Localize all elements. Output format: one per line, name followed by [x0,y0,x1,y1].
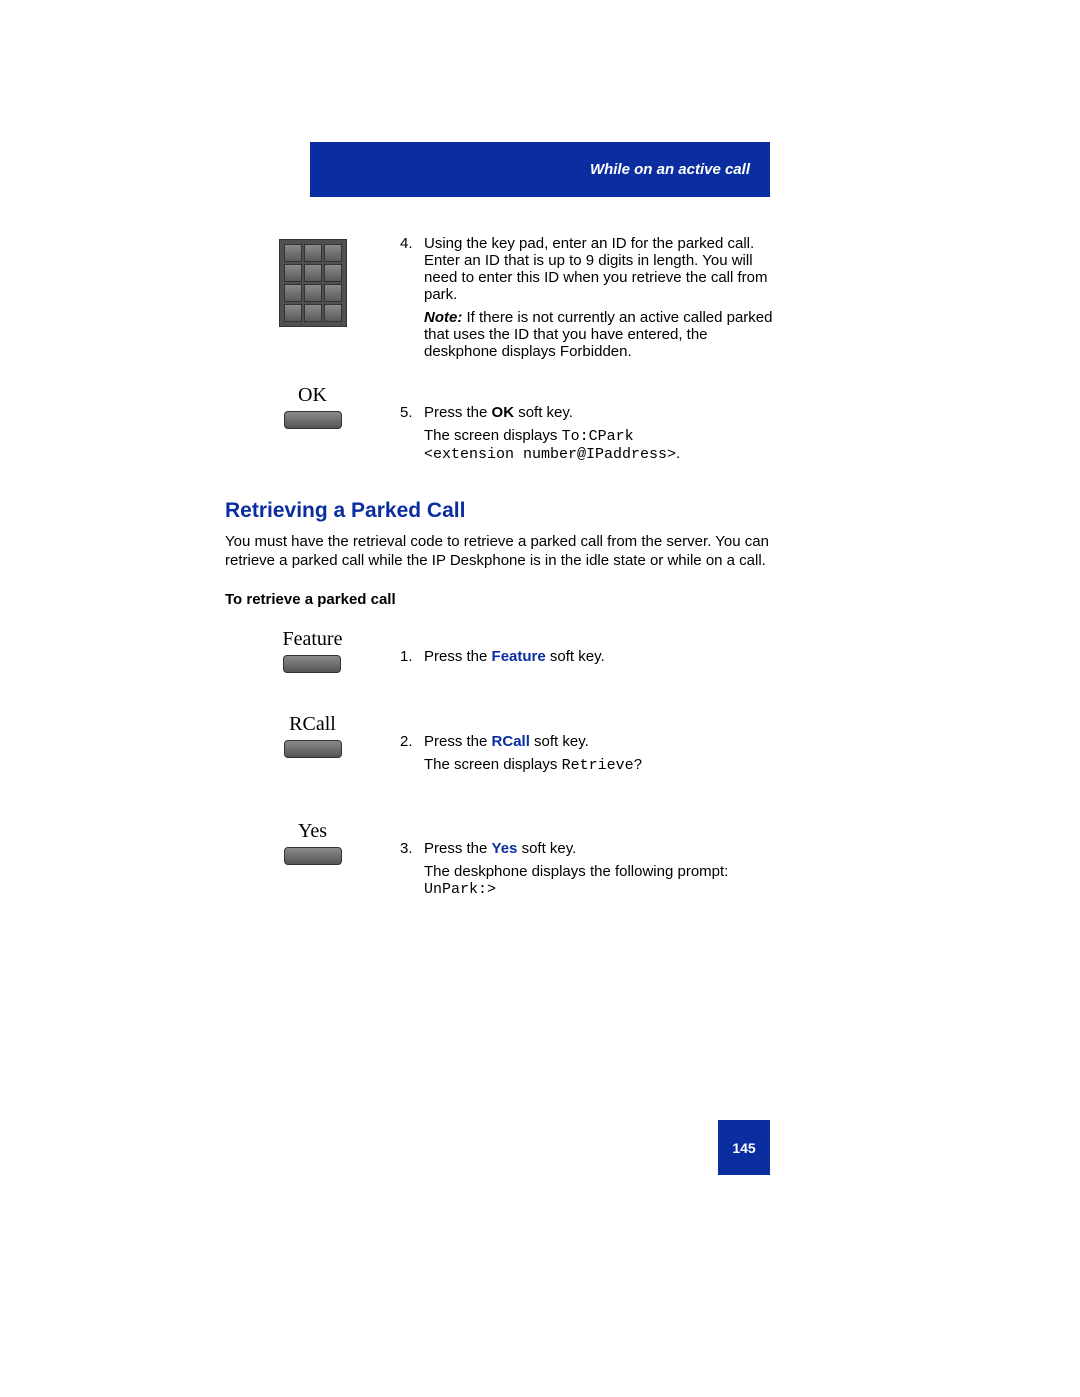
softkey-icon [284,740,342,758]
step-text: Using the key pad, enter an ID for the p… [424,235,780,303]
page-content: 4. Using the key pad, enter an ID for th… [225,235,780,922]
note-text: If there is not currently an active call… [424,309,773,360]
step-number: 3. [400,840,424,857]
retrieve-step-1-text: 1. Press the Feature soft key. [400,628,780,671]
ok-softkey-graphic: OK [225,384,400,429]
step-text: Press the Feature soft key. [424,648,780,665]
retrieve-step-2-text: 2. Press the RCall soft key. The screen … [400,713,780,780]
softkey-label-rcall: RCall [289,713,336,736]
feature-softkey-graphic: Feature [225,628,400,673]
step-4-note: Note: If there is not currently an activ… [424,309,780,360]
yes-softkey-graphic: Yes [225,820,400,865]
step-text: Press the OK soft key. [424,404,780,421]
retrieve-step-2-line2: The screen displays Retrieve? [424,756,780,774]
step-5: OK 5. Press the OK soft key. The screen … [225,384,780,469]
retrieve-step-2: RCall 2. Press the RCall soft key. The s… [225,713,780,780]
page-number: 145 [718,1120,770,1175]
retrieve-step-3-line2: The deskphone displays the following pro… [424,863,780,898]
softkey-icon [283,655,341,673]
step-number: 4. [400,235,424,303]
section-heading: Retrieving a Parked Call [225,499,780,523]
keypad-graphic-container [225,235,400,327]
rcall-softkey-graphic: RCall [225,713,400,758]
retrieve-step-3: Yes 3. Press the Yes soft key. The deskp… [225,820,780,904]
step-number: 2. [400,733,424,750]
step-4-text: 4. Using the key pad, enter an ID for th… [400,235,780,366]
section-subhead: To retrieve a parked call [225,591,780,608]
page-header: While on an active call [310,142,770,197]
softkey-label-ok: OK [298,384,327,407]
keypad-icon [279,239,347,327]
softkey-label-yes: Yes [298,820,327,843]
header-title: While on an active call [590,161,750,178]
step-number: 5. [400,404,424,421]
softkey-label-feature: Feature [283,628,343,651]
step-4: 4. Using the key pad, enter an ID for th… [225,235,780,366]
step-number: 1. [400,648,424,665]
step-text: Press the RCall soft key. [424,733,780,750]
step-5-line2: The screen displays To:CPark <extension … [424,427,780,463]
softkey-icon [284,847,342,865]
note-label: Note: [424,309,462,326]
softkey-icon [284,411,342,429]
retrieve-step-1: Feature 1. Press the Feature soft key. [225,628,780,673]
section-intro: You must have the retrieval code to retr… [225,533,780,571]
step-text: Press the Yes soft key. [424,840,780,857]
step-5-text: 5. Press the OK soft key. The screen dis… [400,384,780,469]
document-page: While on an active call 4. Using the key… [0,0,1080,1397]
retrieve-step-3-text: 3. Press the Yes soft key. The deskphone… [400,820,780,904]
